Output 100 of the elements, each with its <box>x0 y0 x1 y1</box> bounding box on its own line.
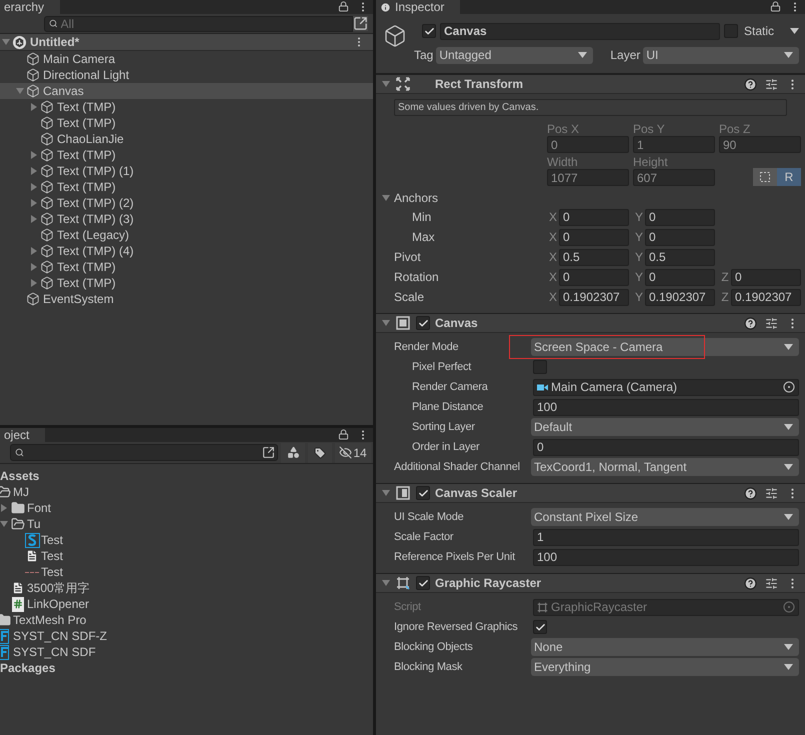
project-section-header[interactable]: Packages <box>0 660 373 676</box>
dropdown[interactable]: Everything <box>531 658 799 676</box>
project-section-header[interactable]: Assets <box>0 468 373 484</box>
preset-icon[interactable] <box>765 78 778 90</box>
object-picker-icon[interactable] <box>783 381 795 393</box>
expanded-arrow-icon[interactable] <box>382 319 390 327</box>
hierarchy-item[interactable]: Text (TMP) <box>0 147 373 163</box>
blueprint-mode-button[interactable] <box>753 168 777 186</box>
number-field[interactable]: 100 <box>533 548 799 566</box>
filter-by-type-button[interactable] <box>281 442 305 462</box>
number-field[interactable]: 0 <box>559 208 629 226</box>
project-item[interactable]: Tu <box>0 516 373 532</box>
dropdown[interactable]: Screen Space - Camera <box>531 338 799 356</box>
panel-tab[interactable]: Inspector <box>376 0 460 14</box>
collapsed-arrow-icon[interactable] <box>30 247 38 255</box>
active-checkbox[interactable] <box>422 24 436 38</box>
collapsed-arrow-icon[interactable] <box>30 167 38 175</box>
search-field[interactable]: All <box>44 16 353 32</box>
enabled-checkbox[interactable] <box>416 576 430 590</box>
section-label[interactable]: Anchors <box>394 189 438 207</box>
hierarchy-item[interactable]: Canvas <box>0 83 373 99</box>
component-header[interactable]: Graphic Raycaster <box>376 573 805 593</box>
enabled-checkbox[interactable] <box>416 486 430 500</box>
object-field[interactable]: Main Camera (Camera) <box>533 378 799 396</box>
collapsed-arrow-icon[interactable] <box>30 215 38 223</box>
number-field[interactable]: 100 <box>533 398 799 416</box>
scene-search-icon[interactable] <box>262 446 275 459</box>
help-icon[interactable] <box>744 486 757 500</box>
number-field[interactable]: 0 <box>533 438 799 456</box>
panel-tab[interactable]: erarchy <box>0 0 60 14</box>
number-field[interactable]: 1 <box>533 528 799 546</box>
project-item[interactable]: Test <box>14 548 373 564</box>
filter-by-label-button[interactable] <box>308 442 332 462</box>
hierarchy-item[interactable]: Text (TMP) <box>0 259 373 275</box>
hierarchy-item[interactable]: Text (TMP) <box>0 275 373 291</box>
preset-icon[interactable] <box>765 576 778 590</box>
number-field[interactable]: 0 <box>547 136 629 153</box>
number-field[interactable]: 1077 <box>547 169 629 186</box>
project-item[interactable]: MJ <box>0 484 373 500</box>
hierarchy-item[interactable]: Text (TMP) (2) <box>0 195 373 211</box>
checkbox[interactable] <box>533 360 547 374</box>
name-field[interactable]: Canvas <box>440 22 720 40</box>
static-checkbox[interactable] <box>724 24 738 38</box>
number-field[interactable]: 0.5 <box>559 248 629 266</box>
dropdown[interactable]: TexCoord1, Normal, Tangent <box>531 458 799 476</box>
hidden-packages-button[interactable]: 14 <box>335 442 371 462</box>
hierarchy-item[interactable]: Text (TMP) (1) <box>0 163 373 179</box>
lock-icon[interactable] <box>338 1 349 12</box>
hierarchy-item[interactable]: ChaoLianJie <box>0 131 373 147</box>
project-item[interactable]: TextMesh Pro <box>0 612 373 628</box>
help-icon[interactable] <box>744 576 757 590</box>
collapsed-arrow-icon[interactable] <box>30 263 38 271</box>
tag-dropdown[interactable]: Untagged <box>436 46 594 64</box>
preset-icon[interactable] <box>765 486 778 500</box>
layer-dropdown[interactable]: UI <box>643 46 799 64</box>
hierarchy-item[interactable]: Text (TMP) (4) <box>0 243 373 259</box>
search-input[interactable]: All <box>60 14 352 32</box>
number-field[interactable]: 0 <box>645 268 715 286</box>
hierarchy-item[interactable]: Text (TMP) <box>0 115 373 131</box>
search-field[interactable] <box>10 444 278 461</box>
project-item[interactable]: LinkOpener <box>0 596 373 612</box>
project-item[interactable]: Font <box>0 500 373 516</box>
number-field[interactable]: 0.1902307 <box>559 288 629 306</box>
project-item[interactable]: SYST_CN SDF-Z <box>0 628 373 644</box>
lock-icon[interactable] <box>770 1 781 12</box>
number-field[interactable]: 0 <box>645 208 715 226</box>
collapsed-arrow-icon[interactable] <box>30 103 38 111</box>
number-field[interactable]: 90 <box>719 136 801 153</box>
number-field[interactable]: 0 <box>645 228 715 246</box>
collapsed-arrow-icon[interactable] <box>30 183 38 191</box>
collapsed-arrow-icon[interactable] <box>0 504 8 512</box>
collapsed-arrow-icon[interactable] <box>30 279 38 287</box>
help-icon[interactable] <box>744 316 757 330</box>
hierarchy-item[interactable]: Text (TMP) <box>0 99 373 115</box>
number-field[interactable]: 0.1902307 <box>645 288 715 306</box>
expanded-arrow-icon[interactable] <box>382 80 390 88</box>
number-field[interactable]: 607 <box>633 169 715 186</box>
expanded-arrow-icon[interactable] <box>382 579 390 587</box>
expanded-arrow-icon[interactable] <box>382 194 390 202</box>
hierarchy-item[interactable]: Directional Light <box>0 67 373 83</box>
checkbox[interactable] <box>533 620 547 634</box>
number-field[interactable]: 1 <box>633 136 715 153</box>
number-field[interactable]: 0 <box>559 268 629 286</box>
number-field[interactable]: 0.1902307 <box>731 288 801 306</box>
hierarchy-item[interactable]: Main Camera <box>0 51 373 67</box>
collapsed-arrow-icon[interactable] <box>30 199 38 207</box>
expanded-arrow-icon[interactable] <box>382 489 390 497</box>
expanded-arrow-icon[interactable] <box>0 520 8 528</box>
raw-edit-button[interactable]: R <box>777 168 801 186</box>
dropdown[interactable]: Constant Pixel Size <box>531 508 799 526</box>
dropdown[interactable]: None <box>531 638 799 656</box>
lock-icon[interactable] <box>338 429 349 440</box>
project-item[interactable]: SYST_CN SDF <box>0 644 373 660</box>
collapsed-arrow-icon[interactable] <box>30 151 38 159</box>
scene-search-icon[interactable] <box>353 16 368 31</box>
number-field[interactable]: 0.5 <box>645 248 715 266</box>
scene-header[interactable]: Untitled* <box>0 34 373 51</box>
component-header[interactable]: Canvas Scaler <box>376 483 805 503</box>
panel-tab[interactable]: oject <box>0 428 46 442</box>
hierarchy-item[interactable]: Text (TMP) (3) <box>0 211 373 227</box>
